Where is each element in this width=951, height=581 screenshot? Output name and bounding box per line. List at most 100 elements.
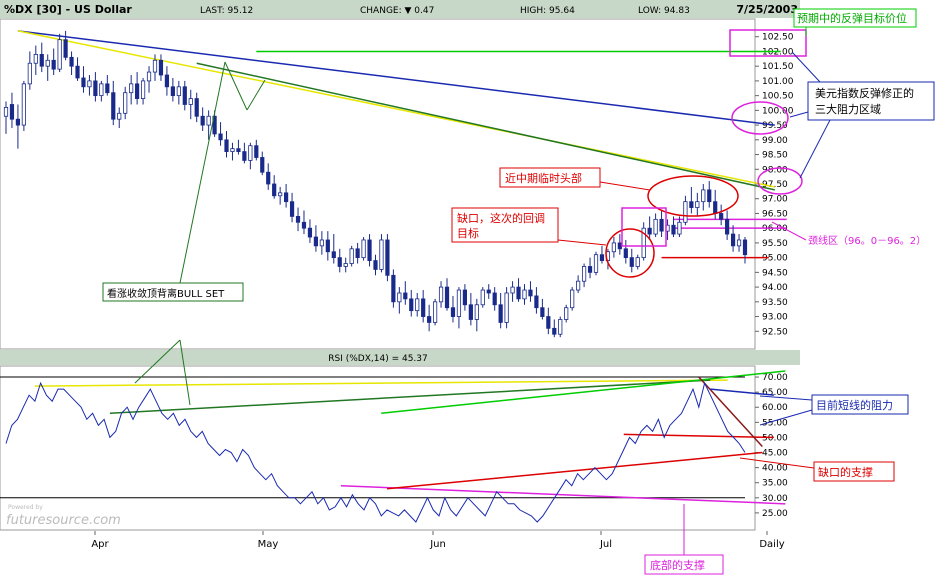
- rsi-tick-label: 45.00: [762, 449, 788, 459]
- candle-body: [129, 83, 134, 94]
- rsi-tick-label: 25.00: [762, 509, 788, 519]
- candle-body: [75, 65, 80, 79]
- price-tick-label: 100.00: [762, 106, 794, 116]
- candle-body: [99, 83, 104, 97]
- candle-body: [546, 316, 551, 329]
- candle-body: [313, 236, 319, 247]
- candle-body: [21, 83, 26, 126]
- rsi-tick-label: 60.00: [762, 403, 788, 413]
- candle-body: [164, 74, 170, 88]
- candle-body: [3, 107, 9, 117]
- candle-body: [635, 257, 640, 267]
- rsi-tick-label: 70.00: [762, 373, 788, 383]
- candle-body: [385, 239, 390, 276]
- candle-body: [152, 59, 158, 73]
- candle-body: [343, 263, 348, 267]
- candle-body: [468, 304, 473, 320]
- candle-body: [689, 201, 694, 208]
- candle-body: [105, 83, 110, 94]
- candle-body: [57, 39, 62, 70]
- candle-body: [725, 218, 730, 235]
- candle-body: [415, 298, 420, 312]
- header-last: LAST: 95.12: [200, 6, 253, 16]
- candle-body: [409, 298, 414, 312]
- candle-body: [427, 316, 432, 323]
- price-tick-label: 93.00: [762, 313, 788, 323]
- candle-body: [361, 239, 366, 259]
- candle-body: [659, 218, 664, 232]
- candle-body: [206, 115, 211, 126]
- chart-canvas: %DX [30] - US Dollar LAST: 95.12 CHANGE:…: [0, 0, 935, 575]
- price-tick-label: 100.50: [762, 92, 794, 102]
- candle-body: [719, 213, 724, 220]
- candle-body: [683, 201, 688, 223]
- candle-body: [653, 218, 658, 235]
- candle-body: [611, 242, 616, 253]
- candle-body: [230, 148, 235, 152]
- header-change: CHANGE: ▼ 0.47: [360, 6, 434, 16]
- candle-body: [63, 39, 68, 58]
- candle-body: [736, 239, 742, 247]
- candle-body: [69, 56, 74, 67]
- candle-body: [707, 189, 712, 203]
- price-tick-label: 95.00: [762, 254, 788, 264]
- candle-body: [158, 59, 164, 76]
- candle-body: [224, 139, 229, 152]
- anno-resistance-line2: 三大阻力区域: [815, 102, 881, 116]
- price-tick-label: 101.00: [762, 77, 794, 87]
- candle-body: [522, 289, 527, 300]
- candle-body: [456, 289, 462, 317]
- candle-body: [564, 307, 569, 320]
- candle-body: [438, 286, 444, 303]
- candle-body: [45, 59, 50, 67]
- candle-body: [301, 221, 307, 229]
- candle-body: [480, 289, 485, 306]
- candle-body: [587, 266, 593, 273]
- rsi-tick-label: 35.00: [762, 479, 788, 489]
- price-tick-label: 98.50: [762, 151, 788, 161]
- candle-body: [510, 286, 515, 294]
- candle-body: [218, 133, 223, 141]
- candle-body: [81, 77, 86, 88]
- x-tick-label: Jun: [429, 539, 446, 550]
- price-axis: 102.50102.00101.50101.00100.50100.0099.5…: [755, 33, 794, 337]
- candle-body: [444, 286, 450, 309]
- price-tick-label: 94.00: [762, 283, 788, 293]
- price-tick-label: 95.50: [762, 239, 788, 249]
- candle-body: [367, 239, 372, 261]
- candle-body: [474, 304, 479, 320]
- candle-body: [570, 289, 575, 309]
- candle-body: [337, 257, 342, 267]
- price-tick-label: 93.50: [762, 298, 788, 308]
- candle-body: [248, 145, 253, 161]
- candle-body: [432, 301, 438, 323]
- price-tick-label: 101.50: [762, 62, 794, 72]
- anno-resistance-arrow-3: [799, 119, 831, 179]
- candle-body: [581, 266, 587, 282]
- candle-body: [421, 298, 426, 317]
- price-tick-label: 99.00: [762, 136, 788, 146]
- candle-body: [677, 221, 682, 235]
- anno-rsi-bottom-label: 底部的支撑: [650, 558, 705, 572]
- anno-gap-line2: 目标: [457, 226, 479, 240]
- header-date: 7/25/2003: [736, 3, 798, 16]
- x-tick-label: May: [258, 539, 279, 550]
- candle-body: [284, 192, 289, 203]
- candle-body: [93, 80, 98, 97]
- candle-body: [540, 307, 545, 317]
- anno-gap-line1: 缺口，这次的回调: [457, 211, 545, 225]
- candle-body: [135, 83, 140, 99]
- candle-body: [140, 80, 146, 99]
- rsi-tick-label: 50.00: [762, 433, 788, 443]
- anno-target-label: 预期中的反弹目标价位: [797, 11, 907, 25]
- candle-body: [498, 304, 503, 323]
- candle-body: [260, 157, 265, 173]
- candle-body: [170, 86, 175, 97]
- header-low: LOW: 94.83: [638, 6, 690, 16]
- x-axis-bar: [0, 531, 800, 551]
- candle-body: [289, 201, 295, 217]
- candle-body: [486, 289, 491, 294]
- candle-body: [450, 307, 456, 317]
- candle-body: [671, 224, 676, 235]
- candle-body: [629, 257, 634, 267]
